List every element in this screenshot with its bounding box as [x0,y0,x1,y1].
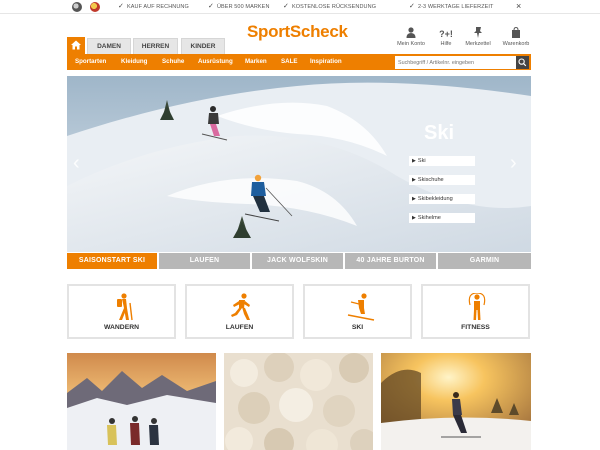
mountain-hikers-image [67,353,216,450]
hero-next-arrow[interactable]: › [510,153,517,173]
hero-title: Ski [424,122,455,144]
caret-right-icon: ▶ [412,215,416,221]
caret-right-icon: ▶ [412,196,416,202]
nav-item-sportarten[interactable]: Sportarten [75,58,106,65]
nav-item-sale[interactable]: SALE [281,58,298,65]
teaser-fleece-image[interactable] [224,353,373,450]
teaser-hiking-image[interactable] [67,353,216,450]
category-tile-ski[interactable]: SKI [303,284,412,339]
caret-right-icon: ▶ [412,158,416,164]
nav-item-inspiration[interactable]: Inspiration [310,58,342,65]
hero-link-ski[interactable]: ▶ Ski [409,156,475,166]
hiker-icon [117,293,133,321]
category-tile-fitness[interactable]: FITNESS [421,284,530,339]
category-tile-wandern[interactable]: WANDERN [67,284,176,339]
hero-tab-jack-wolfskin[interactable]: JACK WOLFSKIN [252,253,343,269]
tab-damen[interactable]: DAMEN [87,38,131,54]
home-tab[interactable] [67,37,85,54]
search-button[interactable] [516,56,529,69]
logo[interactable]: SportScheck [247,22,348,42]
category-tile-laufen[interactable]: LAUFEN [185,284,294,339]
trust-seal-icon[interactable] [72,2,82,12]
fleece-texture-image [224,353,373,450]
service-bar: ✓ KAUF AUF RECHNUNG ✓ ÜBER 500 MARKEN ✓ KOS… [0,0,600,14]
hero-tab-laufen[interactable]: LAUFEN [159,253,250,269]
wishlist-button[interactable]: Merkzettel [458,27,498,47]
home-icon [71,40,81,50]
hero-tab-bar: SAISONSTART SKI LAUFEN JACK WOLFSKIN 40 … [67,253,531,269]
checkmark-icon: ✓ [409,3,415,10]
nav-item-kleidung[interactable]: Kleidung [121,58,147,65]
teaser-crosscountry-image[interactable] [381,353,531,450]
usp-invoice: ✓ KAUF AUF RECHNUNG [118,3,189,10]
pin-icon [458,27,498,41]
tab-herren[interactable]: HERREN [133,38,178,54]
hero-tab-burton[interactable]: 40 JAHRE BURTON [345,253,436,269]
checkmark-icon: ✓ [208,3,214,10]
trusted-shops-seal-icon[interactable] [90,2,100,12]
hero-tab-saisonstart-ski[interactable]: SAISONSTART SKI [67,253,157,269]
hero-prev-arrow[interactable]: ‹ [73,153,80,173]
crosscountry-skier-image [381,353,531,450]
user-icon [391,27,431,41]
hero-link-skischuhe[interactable]: ▶ Skischuhe [409,175,475,185]
account-button[interactable]: Mein Konto [391,27,431,47]
cart-button[interactable]: Warenkorb [496,26,536,47]
search-input[interactable] [395,56,516,69]
nav-item-ausruestung[interactable]: Ausrüstung [198,58,233,65]
cart-icon [496,26,536,41]
usp-brands: ✓ ÜBER 500 MARKEN [208,3,270,10]
search-icon [518,58,527,67]
caret-right-icon: ▶ [412,177,416,183]
hero-tab-garmin[interactable]: GARMIN [438,253,531,269]
hero-link-skihelme[interactable]: ▶ Skihelme [409,213,475,223]
nav-item-schuhe[interactable]: Schuhe [162,58,184,65]
nav-item-marken[interactable]: Marken [245,58,267,65]
usp-free-returns: ✓ KOSTENLOSE RÜCKSENDUNG [283,3,377,10]
usp-delivery: ✓ 2-3 WERKTAGE LIEFERZEIT [409,3,494,10]
jump-rope-icon [468,293,486,320]
checkmark-icon: ✓ [283,3,289,10]
hero-link-skibekleidung[interactable]: ▶ Skibekleidung [409,194,475,204]
skier-icon [347,293,375,321]
runner-icon [231,293,250,320]
checkmark-icon: ✓ [118,3,124,10]
close-icon[interactable]: × [516,1,521,11]
tab-kinder[interactable]: KINDER [181,38,225,54]
